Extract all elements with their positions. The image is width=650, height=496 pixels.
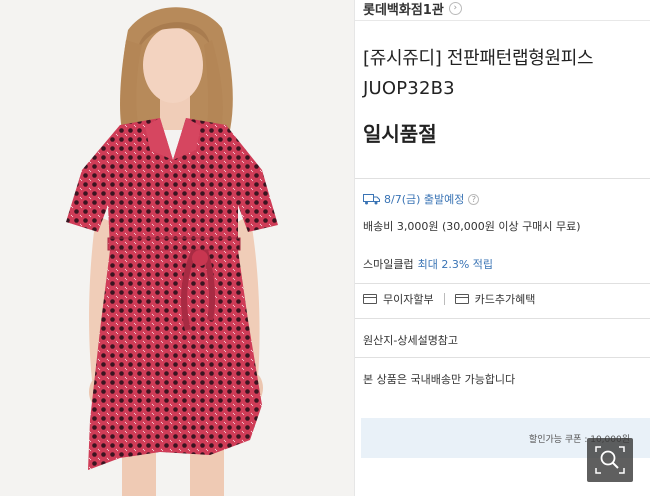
credit-card-icon (454, 294, 469, 304)
zoom-button[interactable] (587, 438, 633, 482)
chevron-right-icon: › (448, 1, 462, 15)
shipping-date: 8/7(금) 출발예정 (384, 193, 465, 206)
credit-card-icon (363, 294, 377, 304)
product-code: JUOP32B3 (363, 78, 455, 99)
store-link[interactable]: 롯데백화점1관 › (363, 0, 462, 18)
smile-club-row[interactable]: 스마일클럽 최대 2.3% 적립 (363, 256, 493, 272)
divider (355, 20, 650, 21)
model-in-dress-image (0, 0, 354, 496)
smile-club-rate: 최대 2.3% 적립 (417, 258, 494, 271)
shipping-date-row: 8/7(금) 출발예정 ? (363, 191, 480, 207)
divider (355, 318, 650, 319)
shipping-fee: 배송비 3,000원 (30,000원 이상 구매시 무료) (363, 220, 581, 233)
card-benefit-link[interactable]: 카드추가혜택 (475, 291, 536, 307)
product-title: [쥬시쥬디] 전판패턴랩형원피스 (363, 48, 594, 69)
origin-info: 원산지-상세설명참고 (363, 334, 459, 347)
payment-benefits-row: 무이자할부 카드추가혜택 (363, 291, 535, 307)
divider (355, 178, 650, 179)
divider (443, 293, 445, 305)
divider (355, 283, 650, 284)
help-icon[interactable]: ? (468, 193, 480, 205)
divider (355, 357, 650, 358)
domestic-shipping-notice: 본 상품은 국내배송만 가능합니다 (363, 373, 516, 386)
smile-club-label: 스마일클럽 (363, 258, 414, 271)
truck-icon (363, 193, 380, 204)
sold-out-label: 일시품절 (363, 122, 437, 146)
product-photo[interactable] (0, 0, 354, 496)
store-name: 롯데백화점1관 (363, 2, 444, 18)
product-detail-panel: 롯데백화점1관 › [쥬시쥬디] 전판패턴랩형원피스 JUOP32B3 일시품절… (354, 0, 650, 496)
installment-link[interactable]: 무이자할부 (383, 291, 434, 307)
magnifier-icon (595, 446, 625, 474)
